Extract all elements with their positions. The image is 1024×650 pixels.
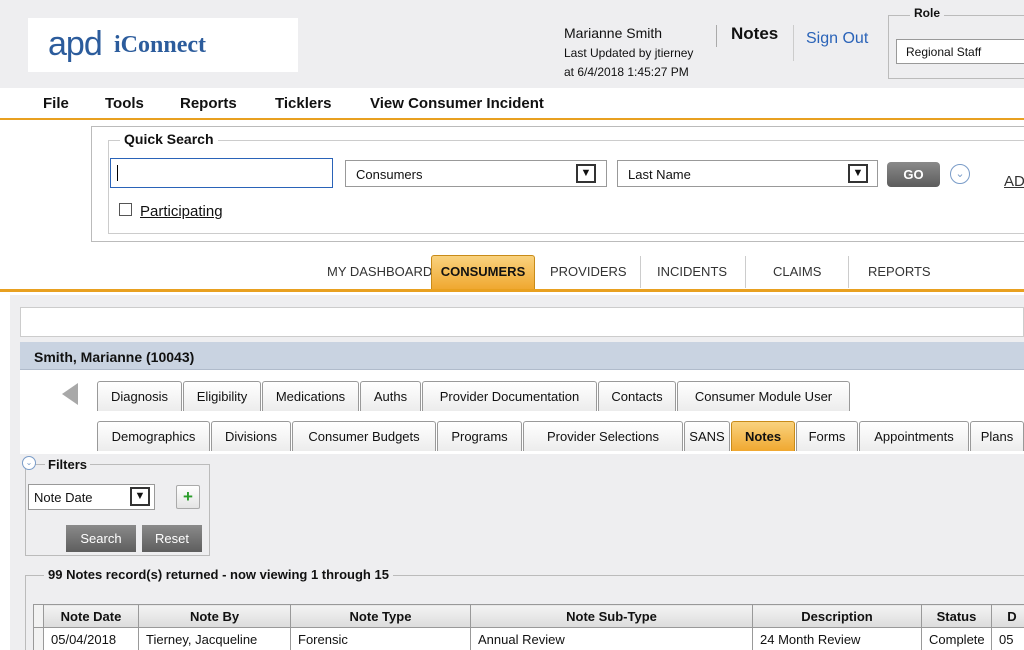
- table-header-row: Note Date Note By Note Type Note Sub-Typ…: [33, 604, 1024, 628]
- subtab-consumer-module-user[interactable]: Consumer Module User: [677, 381, 850, 411]
- subtab-sans[interactable]: SANS: [684, 421, 730, 451]
- column-header[interactable]: Status: [921, 604, 992, 628]
- tab-divider: [848, 256, 849, 288]
- menu-view-consumer-incident[interactable]: View Consumer Incident: [370, 95, 544, 112]
- column-header[interactable]: Note By: [138, 604, 291, 628]
- results-summary: 99 Notes record(s) returned - now viewin…: [44, 567, 393, 582]
- column-header[interactable]: Description: [752, 604, 922, 628]
- filter-field-select[interactable]: Note Date ▼: [28, 484, 155, 510]
- subtab-provider-selections[interactable]: Provider Selections: [523, 421, 683, 451]
- tab-my-dashboard[interactable]: MY DASHBOARD: [327, 264, 432, 279]
- search-button[interactable]: Search: [66, 525, 136, 552]
- tab-divider: [640, 256, 641, 288]
- table-cell: 05: [991, 627, 1024, 650]
- subtab-plans[interactable]: Plans: [970, 421, 1024, 451]
- column-header[interactable]: Note Type: [290, 604, 471, 628]
- table-row[interactable]: 05/04/2018 Tierney, Jacqueline Forensic …: [33, 627, 1024, 650]
- participating-checkbox[interactable]: [119, 203, 132, 216]
- logo-apd-text: apd: [48, 25, 103, 63]
- quick-search-legend: Quick Search: [120, 131, 218, 147]
- chevron-down-icon[interactable]: ▼: [130, 487, 150, 506]
- row-gutter: [33, 604, 44, 628]
- reset-button[interactable]: Reset: [142, 525, 202, 552]
- table-cell: Annual Review: [470, 627, 753, 650]
- add-filter-button[interactable]: +: [176, 485, 200, 509]
- column-header[interactable]: D: [991, 604, 1024, 628]
- role-label: Role: [910, 6, 945, 20]
- tab-consumers[interactable]: CONSUMERS: [431, 255, 535, 289]
- subtab-auths[interactable]: Auths: [360, 381, 421, 411]
- app-header: apd iConnect Marianne Smith Last Updated…: [0, 0, 1024, 88]
- header-divider: [716, 25, 717, 47]
- subtab-programs[interactable]: Programs: [437, 421, 522, 451]
- chevron-down-icon[interactable]: ▼: [576, 164, 596, 183]
- app-logo: apd iConnect: [28, 18, 298, 72]
- search-type-select[interactable]: Consumers ▼: [345, 160, 607, 187]
- column-header[interactable]: Note Sub-Type: [470, 604, 753, 628]
- table-cell: Complete: [921, 627, 992, 650]
- user-name: Marianne Smith: [564, 25, 663, 41]
- table-cell: 05/04/2018: [43, 627, 139, 650]
- search-field-value: Last Name: [628, 167, 691, 182]
- table-cell: 24 Month Review: [752, 627, 922, 650]
- subtab-demographics[interactable]: Demographics: [97, 421, 210, 451]
- tab-providers[interactable]: PROVIDERS: [550, 264, 627, 279]
- subtab-contacts[interactable]: Contacts: [598, 381, 676, 411]
- subtab-forms[interactable]: Forms: [796, 421, 858, 451]
- participating-label[interactable]: Participating: [140, 203, 223, 220]
- message-bar: [20, 307, 1024, 337]
- tab-incidents[interactable]: INCIDENTS: [657, 264, 727, 279]
- menu-tools[interactable]: Tools: [105, 95, 144, 112]
- logo-iconnect-text: iConnect: [114, 32, 206, 58]
- subtab-eligibility[interactable]: Eligibility: [183, 381, 261, 411]
- search-type-value: Consumers: [356, 167, 423, 182]
- menu-reports[interactable]: Reports: [180, 95, 237, 112]
- subtab-divisions[interactable]: Divisions: [211, 421, 291, 451]
- subtab-medications[interactable]: Medications: [262, 381, 359, 411]
- quick-search-input[interactable]: [110, 158, 333, 188]
- last-updated-at: at 6/4/2018 1:45:27 PM: [564, 65, 689, 79]
- tab-divider: [745, 256, 746, 288]
- tab-claims[interactable]: CLAIMS: [773, 264, 821, 279]
- subtab-consumer-budgets[interactable]: Consumer Budgets: [292, 421, 436, 451]
- menu-file[interactable]: File: [43, 95, 69, 112]
- subtab-notes[interactable]: Notes: [731, 421, 795, 451]
- menu-bar: File Tools Reports Ticklers View Consume…: [0, 88, 1024, 120]
- row-gutter: [33, 627, 44, 650]
- table-cell: Forensic: [290, 627, 471, 650]
- table-cell: Tierney, Jacqueline: [138, 627, 291, 650]
- chevron-down-icon[interactable]: ▼: [848, 164, 868, 183]
- go-button[interactable]: GO: [887, 162, 940, 187]
- filters-collapse-icon[interactable]: ⌄: [22, 456, 36, 470]
- subtab-appointments[interactable]: Appointments: [859, 421, 969, 451]
- header-divider: [793, 25, 794, 61]
- advanced-search-link[interactable]: AD: [1004, 173, 1024, 190]
- tab-reports[interactable]: REPORTS: [868, 264, 931, 279]
- notes-table: Note Date Note By Note Type Note Sub-Typ…: [33, 604, 1024, 650]
- filters-legend: Filters: [45, 457, 91, 472]
- expand-chevron-icon[interactable]: ⌄: [950, 164, 970, 184]
- filter-field-value: Note Date: [34, 490, 93, 505]
- sign-out-link[interactable]: Sign Out: [806, 30, 868, 48]
- consumer-header: Smith, Marianne (10043): [20, 342, 1024, 370]
- text-cursor: [117, 165, 118, 181]
- subtab-diagnosis[interactable]: Diagnosis: [97, 381, 182, 411]
- search-field-select[interactable]: Last Name ▼: [617, 160, 878, 187]
- last-updated-by: Last Updated by jtierney: [564, 46, 694, 60]
- column-header[interactable]: Note Date: [43, 604, 139, 628]
- menu-ticklers[interactable]: Ticklers: [275, 95, 331, 112]
- header-notes-link[interactable]: Notes: [731, 24, 778, 44]
- back-arrow-icon[interactable]: [62, 383, 78, 405]
- subtab-provider-documentation[interactable]: Provider Documentation: [422, 381, 597, 411]
- role-select[interactable]: Regional Staff: [896, 39, 1024, 64]
